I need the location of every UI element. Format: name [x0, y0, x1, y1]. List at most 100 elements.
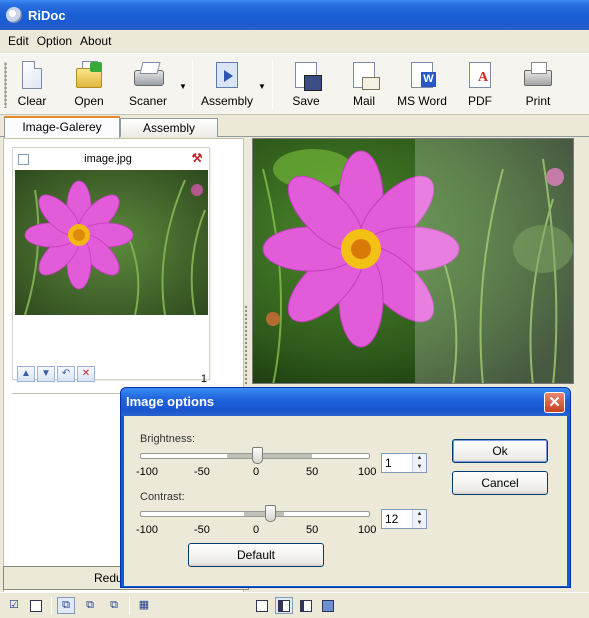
cancel-label: Cancel — [481, 476, 519, 490]
ok-button[interactable]: Ok — [452, 439, 548, 463]
thumbnail-index: 1 — [200, 373, 207, 385]
toolbar-separator — [272, 60, 273, 110]
brightness-tick-min: -100 — [136, 466, 159, 478]
app-icon — [6, 7, 22, 23]
save-icon — [291, 60, 322, 92]
main-toolbar: Clear Open Scaner ▼ Assembly ▼ Save Mail… — [0, 53, 589, 115]
close-icon[interactable]: ✕ — [544, 392, 565, 413]
brightness-tick-50: 50 — [306, 466, 319, 478]
save-button[interactable]: Save — [278, 60, 334, 112]
move-down-icon[interactable]: ▼ — [37, 366, 55, 382]
scaner-dropdown-icon[interactable]: ▼ — [179, 82, 187, 91]
scaner-icon — [133, 60, 164, 92]
contrast-value: 12 — [385, 512, 399, 526]
save-label: Save — [292, 94, 320, 108]
menu-about[interactable]: About — [76, 34, 115, 48]
title-bar: RiDoc — [0, 0, 589, 30]
contrast-label: Contrast: — [140, 491, 185, 503]
dialog-title-bar[interactable]: Image options ✕ — [121, 388, 570, 416]
menu-edit[interactable]: Edit — [4, 34, 33, 48]
contrast-tick-50: 50 — [306, 524, 319, 536]
scaner-button[interactable]: Scaner — [120, 60, 176, 112]
pdf-button[interactable]: PDF — [452, 60, 508, 112]
rotate-icon[interactable]: ↶ — [57, 366, 75, 382]
bottom-separator — [129, 597, 130, 615]
copy-pages-icon[interactable]: ⧉ — [57, 597, 75, 614]
thumbnail-actions: ▲ ▼ ↶ ✕ — [17, 365, 97, 382]
tab-assembly-label: Assembly — [142, 121, 195, 135]
delete-icon[interactable]: ✕ — [77, 366, 95, 382]
view-split-icon[interactable] — [275, 597, 293, 614]
mail-icon — [349, 60, 380, 92]
brightness-tick-max: 100 — [358, 466, 377, 478]
brightness-spinbox[interactable]: 1 ▲ ▼ — [381, 453, 427, 473]
edit-tools-icon[interactable]: ⚒ — [190, 151, 204, 165]
tab-image-galerey-label: Image-Galerey — [22, 120, 102, 134]
menu-bar: Edit Option About — [0, 30, 589, 52]
tab-strip: Image-Galerey Assembly — [0, 116, 589, 138]
contrast-tick-zero: 0 — [253, 524, 260, 536]
thumbnail-filename: image.jpg — [84, 153, 132, 165]
scaner-label: Scaner — [128, 94, 168, 108]
contrast-spinbox[interactable]: 12 ▲ ▼ — [381, 509, 427, 529]
pdf-label: PDF — [468, 94, 492, 108]
mail-button[interactable]: Mail — [336, 60, 392, 112]
print-icon — [523, 60, 553, 92]
brightness-value: 1 — [385, 456, 392, 470]
window-title: RiDoc — [28, 7, 66, 23]
spin-arrows-icon[interactable]: ▲ ▼ — [412, 510, 426, 528]
select-none-icon[interactable] — [27, 597, 45, 614]
view-full-icon[interactable] — [319, 597, 337, 614]
msword-button[interactable]: MS Word — [394, 60, 450, 112]
move-up-icon[interactable]: ▲ — [17, 366, 35, 382]
word-icon — [407, 60, 437, 92]
dialog-body: Brightness: -100 -50 0 50 100 1 ▲ ▼ Contr… — [124, 416, 567, 586]
brightness-label: Brightness: — [140, 433, 196, 445]
assembly-label: Assembly — [200, 94, 253, 108]
open-button[interactable]: Open — [61, 60, 117, 112]
duplicate-icon[interactable]: ⧉ — [81, 597, 99, 614]
image-preview[interactable] — [252, 138, 574, 384]
select-all-icon[interactable]: ☑ — [5, 597, 23, 614]
dialog-title: Image options — [126, 394, 215, 409]
toolbar-separator — [192, 60, 193, 110]
contrast-tick-min: -100 — [136, 524, 159, 536]
menu-option[interactable]: Option — [33, 34, 76, 48]
thumbnail-image[interactable] — [15, 170, 208, 315]
tab-image-galerey[interactable]: Image-Galerey — [4, 116, 120, 138]
thumbnail-card[interactable]: image.jpg ⚒ ▲ ▼ ↶ ✕ 1 — [12, 147, 210, 385]
brightness-range — [227, 454, 312, 458]
view-left-icon[interactable] — [297, 597, 315, 614]
pdf-icon — [465, 60, 495, 92]
brightness-tick-neg50: -50 — [194, 466, 210, 478]
contrast-tick-neg50: -50 — [194, 524, 210, 536]
brightness-tick-zero: 0 — [253, 466, 260, 478]
image-options-dialog: Image options ✕ Brightness: -100 -50 0 5… — [120, 387, 571, 588]
contrast-slider[interactable] — [265, 505, 276, 522]
open-label: Open — [74, 94, 104, 108]
brightness-slider[interactable] — [252, 447, 263, 464]
contrast-range — [244, 512, 284, 516]
view-single-icon[interactable] — [253, 597, 271, 614]
panel-splitter[interactable] — [244, 305, 248, 385]
assembly-icon — [212, 60, 242, 92]
clear-icon — [17, 60, 47, 92]
contrast-tick-max: 100 — [358, 524, 377, 536]
bottom-separator — [51, 597, 52, 615]
cancel-button[interactable]: Cancel — [452, 471, 548, 495]
default-label: Default — [236, 548, 276, 562]
assembly-button[interactable]: Assembly — [199, 60, 255, 112]
tab-assembly[interactable]: Assembly — [120, 118, 218, 137]
checked-pages-icon[interactable]: ⧉ — [105, 597, 123, 614]
assembly-dropdown-icon[interactable]: ▼ — [258, 82, 266, 91]
thumbnail-checkbox[interactable] — [18, 154, 29, 165]
print-button[interactable]: Print — [510, 60, 566, 112]
mail-label: Mail — [352, 94, 375, 108]
print-label: Print — [525, 94, 551, 108]
spin-arrows-icon[interactable]: ▲ ▼ — [412, 454, 426, 472]
default-button[interactable]: Default — [188, 543, 324, 567]
clear-button[interactable]: Clear — [4, 60, 60, 112]
ok-label: Ok — [492, 444, 508, 458]
grid-view-icon[interactable]: ▦ — [135, 597, 153, 614]
msword-label: MS Word — [397, 94, 447, 108]
